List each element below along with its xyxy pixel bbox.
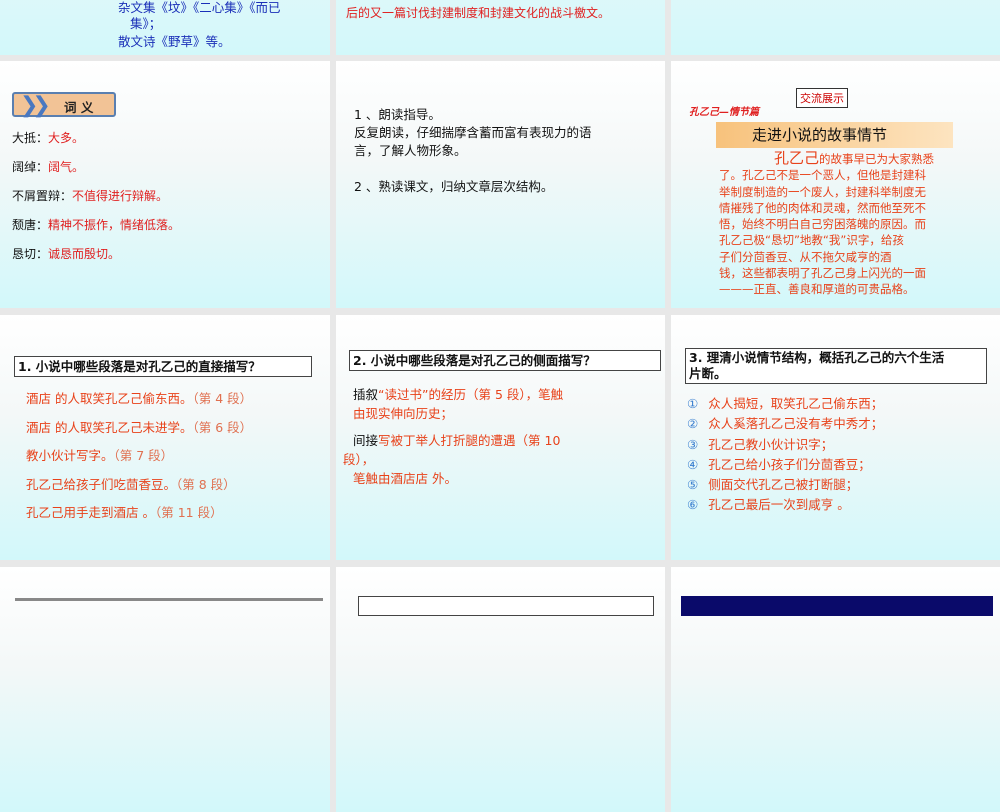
header-banner: ❯❯ 词 义 xyxy=(12,92,116,118)
vocab-item: 恳切：诚恳而殷切。 xyxy=(12,247,121,261)
question-box: 1. 小说中哪些段落是对孔乙己的直接描写？ xyxy=(14,356,312,377)
plot-item: ① 众人揭短，取笑孔乙己偷东西； xyxy=(687,396,884,411)
answer-item: 酒店 的人取笑孔乙己未进学。（第 6 段） xyxy=(26,419,253,435)
slide-thumbnail-11[interactable] xyxy=(336,567,665,812)
answer-item: 酒店 的人取笑孔乙己偷东西。（第 4 段） xyxy=(26,391,253,406)
plot-item: ③ 孔乙己教小伙计识字； xyxy=(687,436,834,452)
slide-thumbnail-7[interactable]: 1. 小说中哪些段落是对孔乙己的直接描写？ 酒店 的人取笑孔乙己偷东西。（第 4… xyxy=(0,315,330,560)
slide-thumbnail-9[interactable]: 3. 理清小说情节结构，概括孔乙己的六个生活 片断。 ① 众人揭短，取笑孔乙己偷东西… xyxy=(671,315,1000,560)
slide-thumbnail-5[interactable]: 1 、朗读指导。 反复朗读，仔细揣摩含蓄而富有表现力的语 言，了解人物形象。 2… xyxy=(336,61,665,308)
slide-thumbnail-3[interactable] xyxy=(671,0,1000,55)
text-line: 杂文集《坟》《二心集》《而已 xyxy=(118,0,281,15)
text-line: 集》； xyxy=(130,16,162,31)
vocab-item: 颓唐：精神不振作，情绪低落。 xyxy=(12,218,181,232)
text-line: 言，了解人物形象。 xyxy=(354,143,467,158)
badge: 交流展示 xyxy=(796,88,848,108)
text-line: 后的又一篇讨伐封建制度和封建文化的战斗檄文。 xyxy=(346,6,611,20)
answer-block: 插叙“读过书”的经历（第 5 段），笔触 由现实伸向历史； 间接写被丁举人打折腿… xyxy=(343,387,564,486)
plot-item: ② 众人奚落孔乙己没有考中秀才； xyxy=(687,416,884,432)
text-line: 2 、熟读课文，归纳文章层次结构。 xyxy=(354,179,554,194)
story-paragraph: 孔乙己的故事早已为大家熟悉 了。孔乙己不是一个恶人，但他是封建科 举制度制造的一个… xyxy=(719,149,935,297)
slide-thumbnail-2[interactable]: 后的又一篇讨伐封建制度和封建文化的战斗檄文。 xyxy=(336,0,665,55)
answer-item: 孔乙己用手走到酒店 。（第 11 段） xyxy=(26,505,223,520)
plot-item: ⑤ 侧面交代孔乙己被打断腿； xyxy=(687,477,859,493)
chevron-icon: ❯❯ xyxy=(20,93,51,118)
slide-thumbnail-12[interactable] xyxy=(671,567,1000,812)
question-box: 2. 小说中哪些段落是对孔乙己的侧面描写？ xyxy=(349,350,661,371)
text-line: 散文诗《野草》等。 xyxy=(118,34,231,49)
plot-item: ⑥ 孔乙己最后一次到咸亨 。 xyxy=(687,497,850,513)
slide-thumbnail-8[interactable]: 2. 小说中哪些段落是对孔乙己的侧面描写？ 插叙“读过书”的经历（第 5 段），… xyxy=(336,315,665,560)
answer-list: 酒店 的人取笑孔乙己偷东西。（第 4 段） 酒店 的人取笑孔乙己未进学。（第 6… xyxy=(26,385,252,528)
plot-list: ① 众人揭短，取笑孔乙己偷东西； ② 众人奚落孔乙己没有考中秀才； ③ 孔乙己教小伙计… xyxy=(687,394,883,516)
slide-thumbnail-4[interactable]: ❯❯ 词 义 大抵：大多。 阔绰：阔气。 不屑置辩：不值得进行辩解。 颓唐：精神… xyxy=(0,61,330,308)
vocab-item: 不屑置辩：不值得进行辩解。 xyxy=(12,189,169,203)
vocab-item: 大抵：大多。 xyxy=(12,131,85,145)
question-box xyxy=(358,596,654,616)
title-banner: 走进小说的故事情节 xyxy=(716,122,953,148)
subtitle: 孔乙己—情节篇 xyxy=(689,107,759,118)
answer-item: 孔乙己给孩子们吃茴香豆。（第 8 段） xyxy=(26,476,236,492)
vocab-item: 阔绰：阔气。 xyxy=(12,160,85,174)
slide-thumbnail-1[interactable]: 杂文集《坟》《二心集》《而已 集》； 散文诗《野草》等。 xyxy=(0,0,330,55)
plot-item: ④ 孔乙己给小孩子们分茴香豆； xyxy=(687,456,871,472)
title-bar xyxy=(681,596,993,616)
header-title: 词 义 xyxy=(64,100,94,115)
slide-thumbnail-6[interactable]: 交流展示 孔乙己—情节篇 走进小说的故事情节 孔乙己的故事早已为大家熟悉 了。孔… xyxy=(671,61,1000,308)
slide-thumbnail-10[interactable] xyxy=(0,567,330,812)
vocab-list: 大抵：大多。 阔绰：阔气。 不屑置辩：不值得进行辩解。 颓唐：精神不振作，情绪低… xyxy=(12,129,180,264)
text-line: 反复朗读，仔细揣摩含蓄而富有表现力的语 xyxy=(354,125,592,140)
text-line: 1 、朗读指导。 xyxy=(354,107,441,122)
question-box: 3. 理清小说情节结构，概括孔乙己的六个生活 片断。 xyxy=(685,348,987,384)
answer-item: 教小伙计写字。（第 7 段） xyxy=(26,448,174,463)
